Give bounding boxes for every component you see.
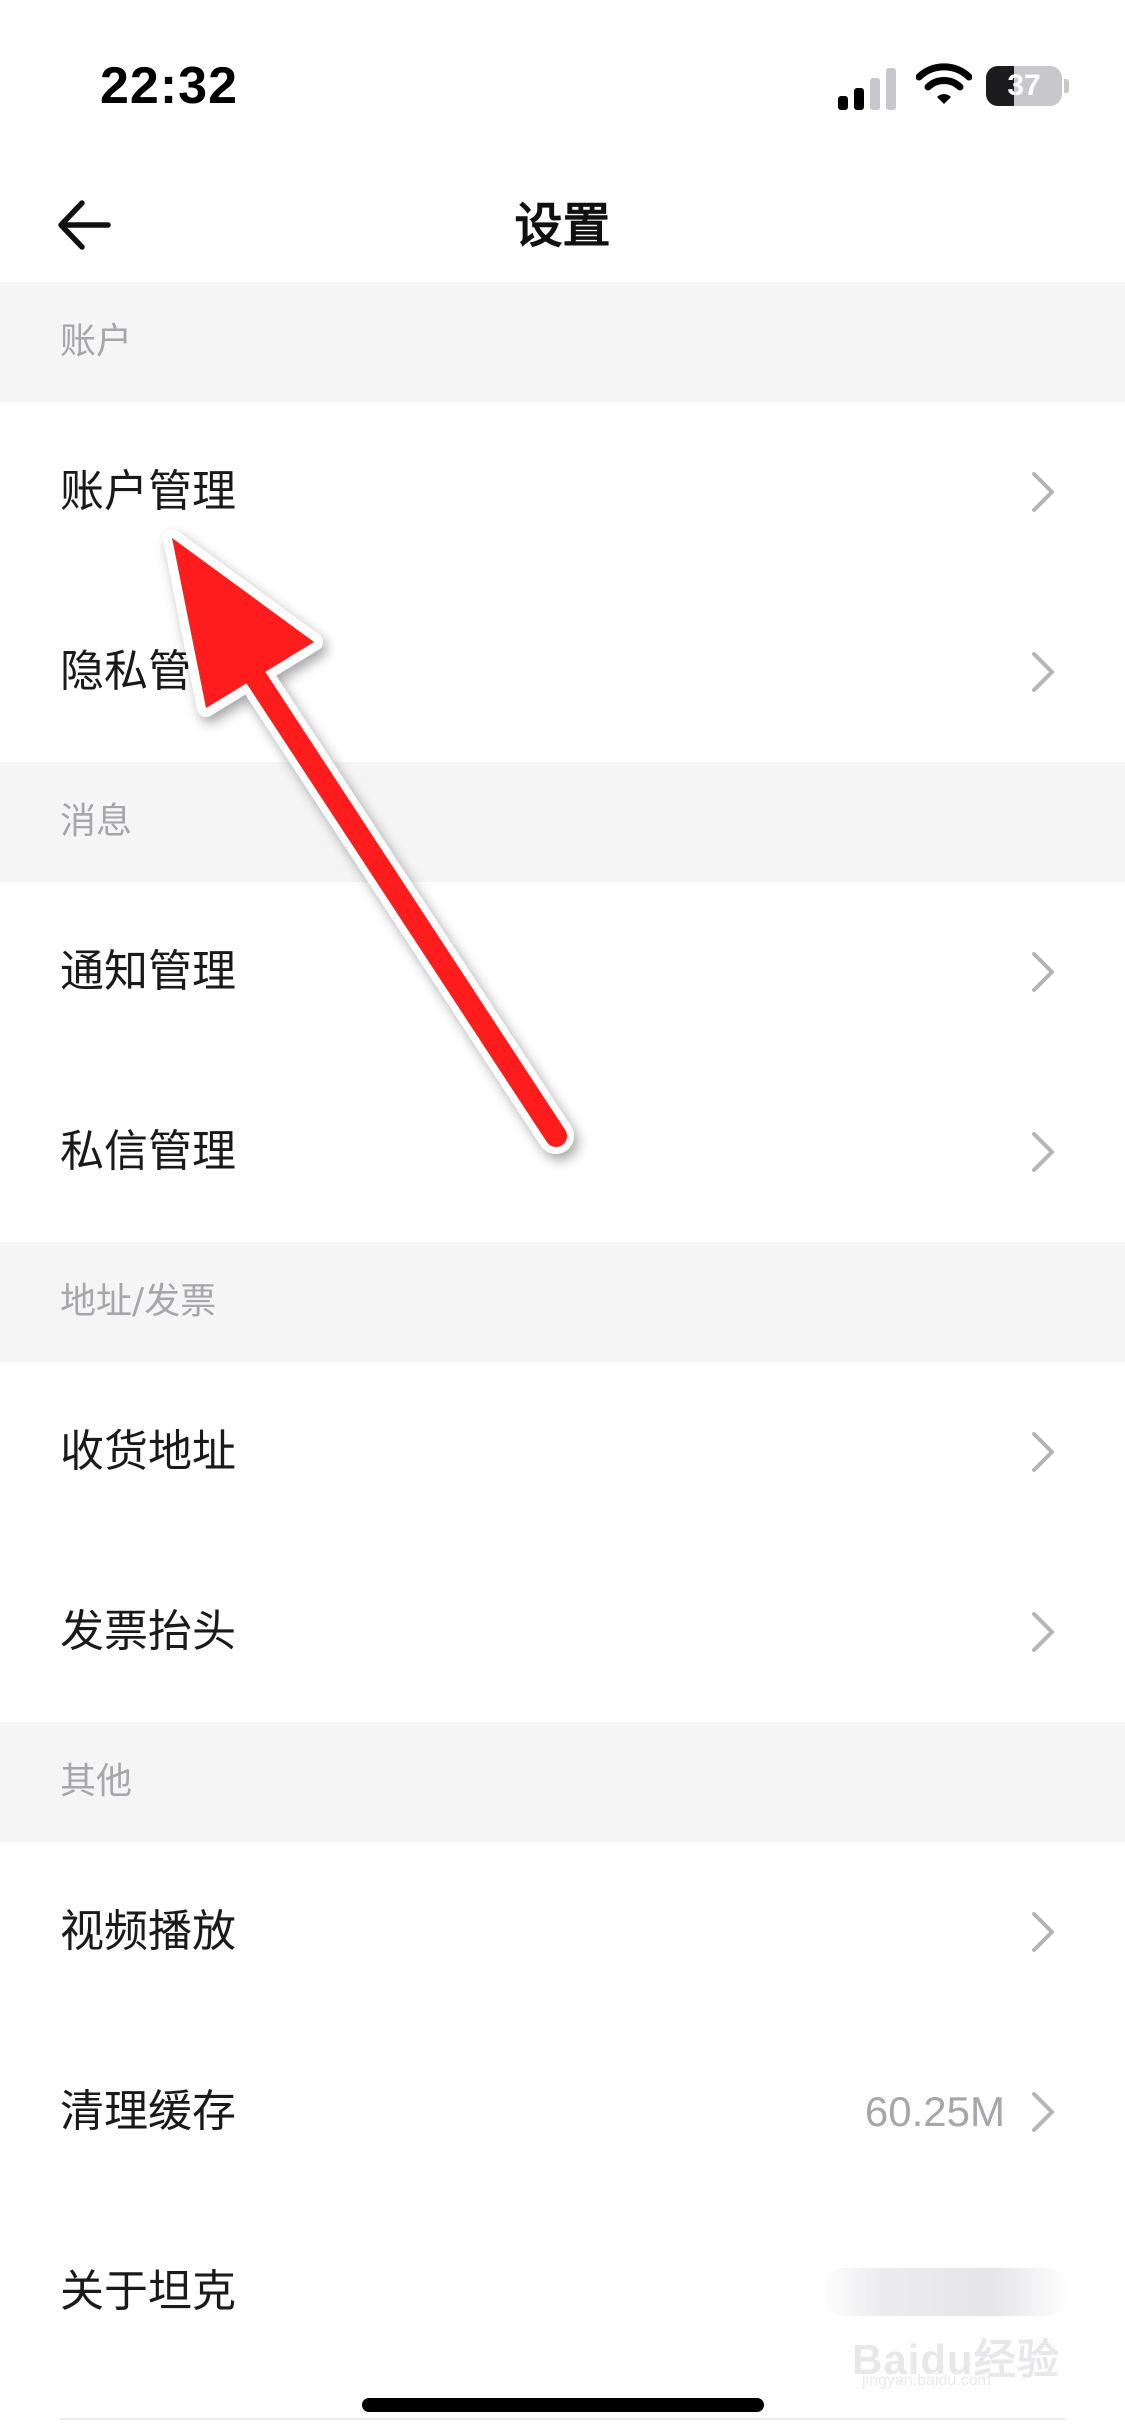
- status-bar: 22:32 37: [0, 0, 1125, 170]
- section-title-message: 消息: [60, 801, 133, 842]
- row-video-playback[interactable]: 视频播放: [0, 1842, 1125, 2022]
- row-notification-management[interactable]: 通知管理: [0, 882, 1125, 1062]
- signal-icon: [838, 68, 896, 110]
- chevron-right-icon: [1032, 1612, 1054, 1652]
- section-title-account: 账户: [60, 321, 133, 362]
- cache-size-value: 60.25M: [864, 2088, 1005, 2135]
- settings-screen: 22:32 37 设置 账户 账户管理 隐私管理 消息 通知管理 私信管理 地址…: [0, 0, 1125, 2436]
- section-header-account: 账户: [0, 282, 1125, 402]
- baidu-watermark: Baidu经验 jingyan.baidu.com: [852, 2318, 1082, 2389]
- section-header-other: 其他: [0, 1722, 1125, 1842]
- row-label: 收货地址: [60, 1426, 236, 1477]
- row-account-management[interactable]: 账户管理: [0, 402, 1125, 582]
- row-label: 账户管理: [60, 466, 236, 517]
- battery-body: 37: [986, 66, 1062, 106]
- arrow-left-icon[interactable]: [56, 190, 112, 260]
- section-title-other: 其他: [60, 1761, 133, 1802]
- nav-bar: 设置: [0, 170, 1125, 282]
- status-time: 22:32: [100, 57, 238, 115]
- row-invoice-header[interactable]: 发票抬头: [0, 1542, 1125, 1722]
- chevron-right-icon: [1032, 1912, 1054, 1952]
- row-label: 清理缓存: [60, 2086, 236, 2137]
- row-label: 关于坦克: [60, 2266, 236, 2317]
- section-header-message: 消息: [0, 762, 1125, 882]
- chevron-right-icon: [1032, 2092, 1054, 2132]
- chevron-right-icon: [1032, 952, 1054, 992]
- row-label: 通知管理: [60, 946, 236, 997]
- battery-icon: 37: [986, 66, 1070, 106]
- chevron-right-icon: [1032, 652, 1054, 692]
- page-title: 设置: [514, 198, 611, 254]
- row-clear-cache[interactable]: 清理缓存 60.25M: [0, 2022, 1125, 2202]
- row-label: 私信管理: [60, 1126, 236, 1177]
- wifi-icon: [916, 63, 972, 104]
- battery-level: 37: [1007, 69, 1041, 102]
- battery-cap: [1064, 79, 1069, 93]
- chevron-right-icon: [1032, 472, 1054, 512]
- row-label: 隐私管理: [60, 646, 236, 697]
- section-header-address: 地址/发票: [0, 1242, 1125, 1362]
- row-private-message-management[interactable]: 私信管理: [0, 1062, 1125, 1242]
- chevron-right-icon: [1032, 1132, 1054, 1172]
- chevron-right-icon: [1032, 1432, 1054, 1472]
- bottom-divider: [60, 2418, 1065, 2420]
- row-label: 视频播放: [60, 1906, 236, 1957]
- home-indicator[interactable]: [362, 2398, 764, 2412]
- row-privacy-management[interactable]: 隐私管理: [0, 582, 1125, 762]
- watermark-sub: jingyan.baidu.com: [862, 2372, 991, 2389]
- blurred-version-value: [820, 2268, 1070, 2316]
- row-label: 发票抬头: [60, 1606, 236, 1657]
- section-title-address: 地址/发票: [60, 1281, 217, 1322]
- row-shipping-address[interactable]: 收货地址: [0, 1362, 1125, 1542]
